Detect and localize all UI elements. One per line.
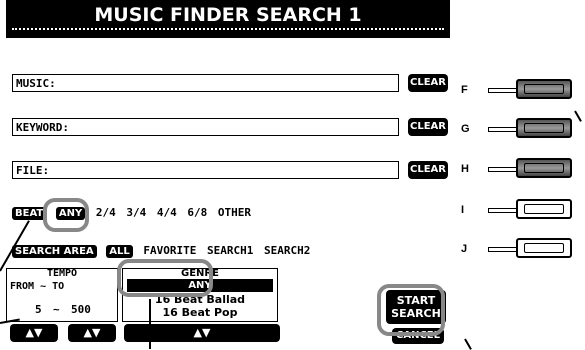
beat-option-3-4[interactable]: 3/4 — [126, 206, 146, 219]
side-button-f[interactable] — [516, 79, 572, 99]
beat-option-other[interactable]: OTHER — [218, 206, 251, 219]
side-button-label-j: J — [461, 243, 468, 255]
genre-updown-button[interactable]: ▲▼ — [124, 324, 280, 342]
search-area-selected[interactable]: ALL — [106, 245, 133, 258]
beat-option-4-4[interactable]: 4/4 — [157, 206, 177, 219]
search-area-favorite[interactable]: FAVORITE — [143, 244, 196, 257]
side-button-label-g: G — [461, 123, 470, 135]
file-field[interactable]: FILE: — [12, 161, 399, 179]
tempo-from-value[interactable]: 5 — [35, 303, 42, 316]
keyword-field[interactable]: KEYWORD: — [12, 118, 399, 136]
keyword-clear-button[interactable]: CLEAR — [408, 118, 448, 136]
search-area-row: SEARCH AREA ALL FAVORITE SEARCH1 SEARCH2 — [12, 244, 310, 258]
tempo-to-value[interactable]: 500 — [71, 303, 91, 316]
tempo-box: TEMPO FROM ~ TO 5 ~ 500 — [6, 268, 118, 322]
callout-ring-beat-any — [43, 198, 89, 232]
side-button-i[interactable] — [516, 199, 572, 219]
title-bar: MUSIC FINDER SEARCH 1 — [6, 0, 450, 38]
file-clear-button[interactable]: CLEAR — [408, 161, 448, 179]
side-button-g[interactable] — [516, 118, 572, 138]
search-area-search2[interactable]: SEARCH2 — [264, 244, 310, 257]
search-area-search1[interactable]: SEARCH1 — [207, 244, 253, 257]
side-button-label-h: H — [461, 163, 469, 175]
side-button-h[interactable] — [516, 158, 572, 178]
tempo-updown-button-2[interactable]: ▲▼ — [68, 324, 116, 342]
music-clear-button[interactable]: CLEAR — [408, 74, 448, 92]
search-area-tag: SEARCH AREA — [12, 245, 97, 258]
page-title: MUSIC FINDER SEARCH 1 — [94, 4, 362, 26]
beat-option-2-4[interactable]: 2/4 — [96, 206, 116, 219]
music-field[interactable]: MUSIC: — [12, 74, 399, 92]
callout-line — [574, 110, 582, 122]
beat-tag: BEAT — [12, 207, 47, 220]
side-button-j[interactable] — [516, 238, 572, 258]
tempo-updown-button[interactable]: ▲▼ — [10, 324, 58, 342]
side-button-label-f: F — [461, 84, 468, 96]
tempo-separator: ~ — [53, 303, 60, 316]
tempo-label: TEMPO — [46, 268, 78, 279]
genre-item[interactable]: 16 Beat Pop — [123, 306, 277, 319]
callout-line — [149, 299, 151, 349]
side-button-label-i: I — [461, 204, 465, 216]
callout-ring-start-search — [377, 284, 445, 336]
tempo-from-to: FROM ~ TO — [10, 281, 65, 292]
callout-line — [464, 338, 472, 350]
callout-ring-genre — [117, 259, 213, 297]
beat-option-6-8[interactable]: 6/8 — [187, 206, 207, 219]
title-divider — [12, 28, 444, 30]
